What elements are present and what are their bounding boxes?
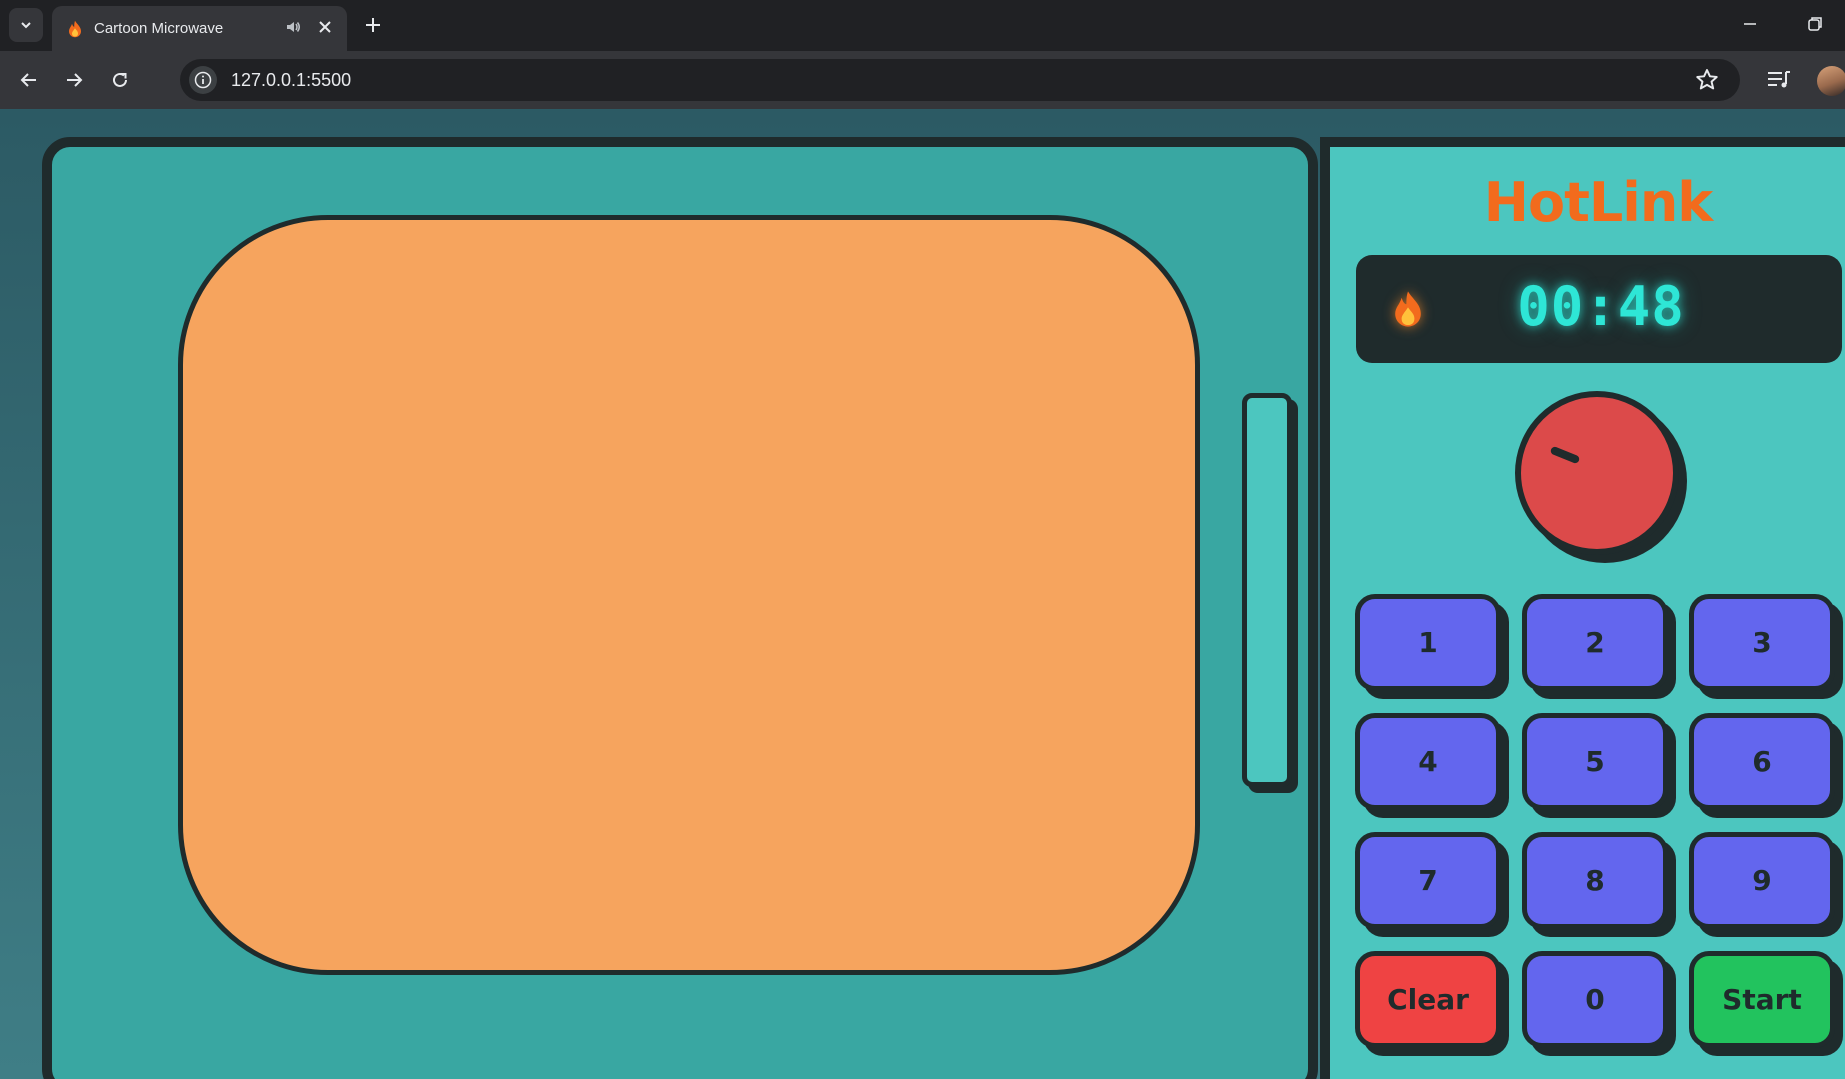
key-9-button[interactable]: 9 — [1689, 832, 1835, 929]
star-icon[interactable] — [1694, 67, 1720, 93]
browser-toolbar: 127.0.0.1:5500 — [0, 51, 1845, 109]
key-7-button[interactable]: 7 — [1355, 832, 1501, 929]
microwave-door — [42, 137, 1318, 1079]
flame-icon — [69, 20, 81, 37]
key-8-button[interactable]: 8 — [1522, 832, 1668, 929]
key-6-button[interactable]: 6 — [1689, 713, 1835, 810]
power-dial[interactable] — [1515, 391, 1679, 555]
minimize-icon[interactable] — [1735, 9, 1765, 39]
clear-button[interactable]: Clear — [1355, 951, 1501, 1048]
close-icon[interactable] — [315, 19, 335, 39]
arrow-left-icon[interactable] — [12, 63, 46, 97]
tab-strip: Cartoon Microwave — [0, 0, 1845, 51]
start-button[interactable]: Start — [1689, 951, 1835, 1048]
timer-display: 00:48 — [1356, 255, 1842, 363]
dial-pointer — [1549, 445, 1581, 465]
profile-avatar[interactable] — [1817, 66, 1845, 96]
tab-title: Cartoon Microwave — [94, 20, 224, 37]
key-4-button[interactable]: 4 — [1355, 713, 1501, 810]
page-viewport: HotLink 00:48 1 2 3 4 5 6 7 8 9 Clear 0 … — [0, 109, 1845, 1079]
key-1-button[interactable]: 1 — [1355, 594, 1501, 691]
door-handle[interactable] — [1242, 393, 1292, 787]
restore-icon[interactable] — [1800, 9, 1830, 39]
info-icon[interactable] — [189, 66, 217, 94]
browser-tab[interactable]: Cartoon Microwave — [52, 6, 347, 51]
tab-search-button[interactable] — [9, 8, 43, 42]
speaker-icon[interactable] — [285, 19, 301, 38]
address-bar[interactable]: 127.0.0.1:5500 — [180, 59, 1740, 101]
flame-icon — [1395, 291, 1421, 327]
key-3-button[interactable]: 3 — [1689, 594, 1835, 691]
microwave-window — [178, 215, 1200, 975]
timer-readout: 00:48 — [1517, 275, 1685, 338]
brand-logo: HotLink — [1483, 171, 1713, 234]
url-text[interactable]: 127.0.0.1:5500 — [231, 70, 1694, 91]
arrow-right-icon[interactable] — [57, 63, 91, 97]
chevron-down-icon — [21, 22, 31, 29]
key-0-button[interactable]: 0 — [1522, 951, 1668, 1048]
plus-icon[interactable] — [360, 12, 386, 38]
key-2-button[interactable]: 2 — [1522, 594, 1668, 691]
key-5-button[interactable]: 5 — [1522, 713, 1668, 810]
media-control-icon[interactable] — [1765, 67, 1793, 93]
reload-icon[interactable] — [103, 63, 137, 97]
